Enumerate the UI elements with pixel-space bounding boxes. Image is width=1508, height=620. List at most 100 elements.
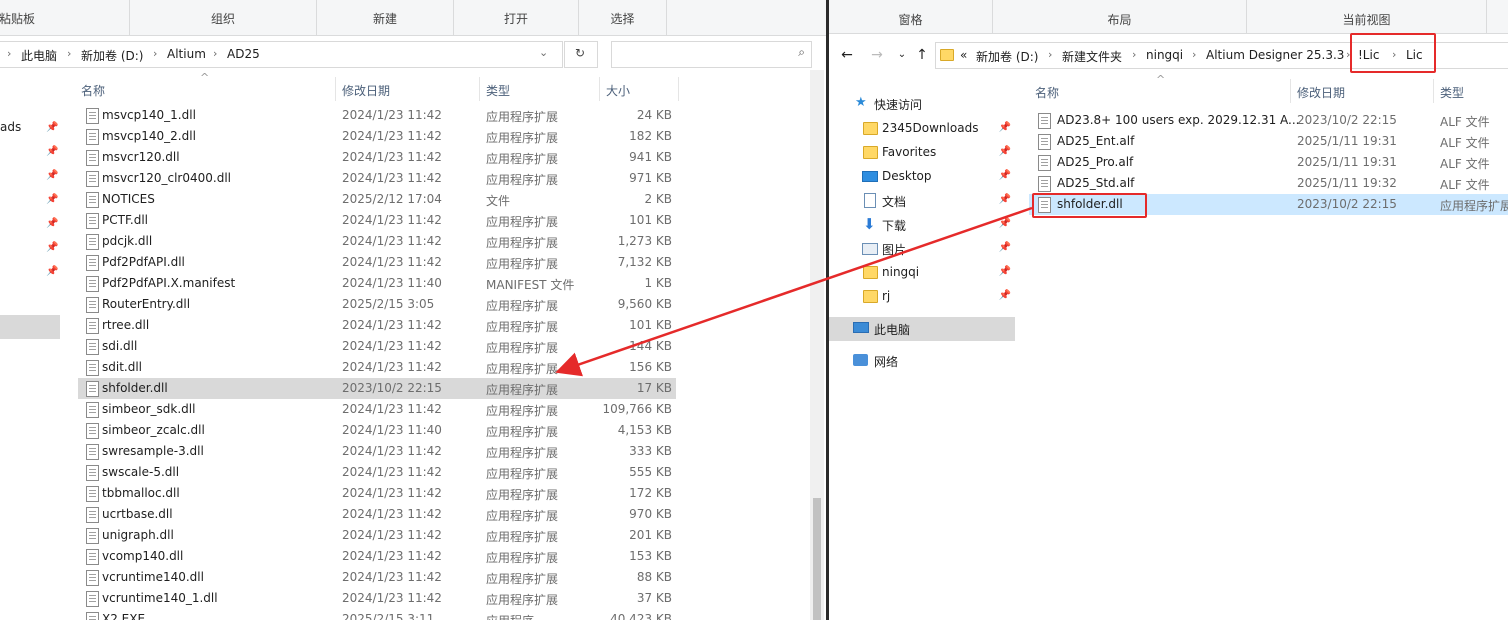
file-icon bbox=[1038, 113, 1051, 129]
nav-this-pc[interactable]: 此电脑 bbox=[829, 317, 1015, 341]
column-divider[interactable] bbox=[599, 77, 600, 101]
file-size: 1,273 KB bbox=[617, 234, 672, 248]
nav-item-label: ningqi bbox=[882, 265, 920, 279]
column-header-date[interactable]: 修改日期 bbox=[342, 82, 390, 99]
file-icon bbox=[86, 339, 99, 355]
file-icon bbox=[1038, 176, 1051, 192]
file-name: AD25_Pro.alf bbox=[1057, 155, 1134, 169]
table-row[interactable]: AD25_Pro.alf 2025/1/11 19:31 ALF 文件 bbox=[1029, 152, 1508, 173]
column-divider[interactable] bbox=[479, 77, 480, 101]
nav-item-label: 2345Downloads bbox=[882, 121, 979, 135]
breadcrumb-drive-d[interactable]: 新加卷 (D:) bbox=[976, 48, 1038, 65]
nav-network[interactable]: 网络 bbox=[829, 349, 1015, 373]
forward-arrow-icon[interactable]: → bbox=[869, 47, 885, 63]
table-row[interactable]: AD25_Ent.alf 2025/1/11 19:31 ALF 文件 bbox=[1029, 131, 1508, 152]
file-icon bbox=[1038, 134, 1051, 150]
file-name: sdi.dll bbox=[102, 339, 138, 353]
file-icon bbox=[86, 423, 99, 439]
column-header-type[interactable]: 类型 bbox=[1440, 84, 1464, 101]
left-address-bar[interactable]: › 此电脑 › 新加卷 (D:) › Altium › AD25 ⌄ bbox=[0, 41, 563, 68]
table-row[interactable]: vcruntime140.dll 2024/1/23 11:42 应用程序扩展 88 … bbox=[78, 567, 676, 588]
file-icon bbox=[86, 465, 99, 481]
table-row[interactable]: NOTICES 2025/2/12 17:04 文件 2 KB bbox=[78, 189, 676, 210]
file-name: RouterEntry.dll bbox=[102, 297, 191, 311]
refresh-button[interactable]: ↻ bbox=[564, 41, 598, 68]
nav-item[interactable]: ⬇ 下载 📌 bbox=[829, 213, 1015, 237]
table-row[interactable]: pdcjk.dll 2024/1/23 11:42 应用程序扩展 1,273 KB bbox=[78, 231, 676, 252]
breadcrumb-this-pc[interactable]: 此电脑 bbox=[21, 47, 57, 64]
table-row[interactable]: PCTF.dll 2024/1/23 11:42 应用程序扩展 101 KB bbox=[78, 210, 676, 231]
nav-item-partial-label[interactable]: ads bbox=[0, 120, 21, 134]
table-row[interactable]: simbeor_zcalc.dll 2024/1/23 11:40 应用程序扩展 4,… bbox=[78, 420, 676, 441]
file-type: 应用程序扩展 bbox=[486, 404, 559, 418]
table-row[interactable]: swscale-5.dll 2024/1/23 11:42 应用程序扩展 555 KB bbox=[78, 462, 676, 483]
file-date: 2024/1/23 11:42 bbox=[342, 570, 442, 584]
nav-item[interactable]: ningqi 📌 bbox=[829, 261, 1015, 285]
nav-item[interactable]: Desktop 📌 bbox=[829, 165, 1015, 189]
table-row[interactable]: AD25_Std.alf 2025/1/11 19:32 ALF 文件 bbox=[1029, 173, 1508, 194]
column-divider[interactable] bbox=[1433, 79, 1434, 103]
back-arrow-icon[interactable]: ← bbox=[839, 47, 855, 63]
nav-quick-access[interactable]: ★ 快速访问 bbox=[829, 92, 1015, 116]
breadcrumb-altium[interactable]: Altium bbox=[167, 47, 206, 61]
file-size: 88 KB bbox=[636, 570, 672, 584]
left-scrollbar[interactable] bbox=[810, 70, 824, 620]
nav-item[interactable]: rj 📌 bbox=[829, 285, 1015, 309]
chevron-down-icon[interactable]: ⌄ bbox=[539, 46, 548, 59]
folder-icon bbox=[863, 290, 878, 303]
file-date: 2025/2/15 3:11 bbox=[342, 612, 435, 620]
breadcrumb-ad25[interactable]: AD25 bbox=[227, 47, 260, 61]
table-row[interactable]: msvcp140_2.dll 2024/1/23 11:42 应用程序扩展 182 K… bbox=[78, 126, 676, 147]
column-divider[interactable] bbox=[1290, 79, 1291, 103]
table-row[interactable]: rtree.dll 2024/1/23 11:42 应用程序扩展 101 KB bbox=[78, 315, 676, 336]
table-row[interactable]: tbbmalloc.dll 2024/1/23 11:42 应用程序扩展 172 KB bbox=[78, 483, 676, 504]
breadcrumb-new-folder[interactable]: 新建文件夹 bbox=[1062, 48, 1122, 65]
breadcrumb-ningqi[interactable]: ningqi bbox=[1146, 48, 1183, 62]
column-divider[interactable] bbox=[335, 77, 336, 101]
nav-item[interactable]: 图片 📌 bbox=[829, 237, 1015, 261]
table-row[interactable]: simbeor_sdk.dll 2024/1/23 11:42 应用程序扩展 109,… bbox=[78, 399, 676, 420]
left-search-input[interactable]: ⌕ bbox=[611, 41, 812, 68]
table-row[interactable]: sdit.dll 2024/1/23 11:42 应用程序扩展 156 KB bbox=[78, 357, 676, 378]
documents-icon bbox=[864, 193, 876, 208]
table-row[interactable]: sdi.dll 2024/1/23 11:42 应用程序扩展 144 KB bbox=[78, 336, 676, 357]
table-row[interactable]: ucrtbase.dll 2024/1/23 11:42 应用程序扩展 970 KB bbox=[78, 504, 676, 525]
file-type: 应用程序扩展 bbox=[486, 215, 559, 229]
table-row[interactable]: vcruntime140_1.dll 2024/1/23 11:42 应用程序扩展 3… bbox=[78, 588, 676, 609]
table-row[interactable]: X2.EXE 2025/2/15 3:11 应用程序 40,423 KB bbox=[78, 609, 676, 620]
table-row[interactable]: swresample-3.dll 2024/1/23 11:42 应用程序扩展 333… bbox=[78, 441, 676, 462]
ribbon-group-label: 窗格 bbox=[898, 13, 923, 27]
breadcrumb-drive-d[interactable]: 新加卷 (D:) bbox=[81, 47, 143, 64]
column-divider[interactable] bbox=[678, 77, 679, 101]
table-row[interactable]: vcomp140.dll 2024/1/23 11:42 应用程序扩展 153 KB bbox=[78, 546, 676, 567]
column-header-date[interactable]: 修改日期 bbox=[1297, 84, 1345, 101]
recent-locations-chevron-icon[interactable]: ⌄ bbox=[894, 47, 910, 63]
nav-item-selected[interactable] bbox=[0, 315, 60, 339]
nav-item-label: Favorites bbox=[882, 145, 937, 159]
nav-item[interactable]: 2345Downloads 📌 bbox=[829, 117, 1015, 141]
table-row[interactable]: unigraph.dll 2024/1/23 11:42 应用程序扩展 201 KB bbox=[78, 525, 676, 546]
table-row[interactable]: Pdf2PdfAPI.X.manifest 2024/1/23 11:40 MANI… bbox=[78, 273, 676, 294]
file-type: MANIFEST 文件 bbox=[486, 278, 575, 292]
breadcrumb-altium-designer[interactable]: Altium Designer 25.3.3 bbox=[1206, 48, 1344, 62]
file-date: 2023/10/2 22:15 bbox=[1297, 197, 1397, 211]
table-row[interactable]: msvcr120_clr0400.dll 2024/1/23 11:42 应用程序扩… bbox=[78, 168, 676, 189]
nav-item[interactable]: Favorites 📌 bbox=[829, 141, 1015, 165]
column-header-name[interactable]: 名称 bbox=[81, 82, 105, 99]
column-header-name[interactable]: 名称 bbox=[1035, 84, 1059, 101]
table-row[interactable]: msvcp140_1.dll 2024/1/23 11:42 应用程序扩展 24 KB bbox=[78, 105, 676, 126]
table-row[interactable]: msvcr120.dll 2024/1/23 11:42 应用程序扩展 941 KB bbox=[78, 147, 676, 168]
breadcrumb-overflow[interactable]: « bbox=[960, 48, 967, 62]
up-arrow-icon[interactable]: ↑ bbox=[914, 47, 930, 63]
file-date: 2024/1/23 11:42 bbox=[342, 507, 442, 521]
scrollbar-thumb[interactable] bbox=[813, 498, 821, 620]
nav-item[interactable]: 文档 📌 bbox=[829, 189, 1015, 213]
column-header-size[interactable]: 大小 bbox=[606, 82, 630, 99]
file-type: 应用程序扩展 bbox=[486, 425, 559, 439]
pin-icon: 📌 bbox=[46, 218, 59, 229]
table-row[interactable]: Pdf2PdfAPI.dll 2024/1/23 11:42 应用程序扩展 7,132… bbox=[78, 252, 676, 273]
table-row[interactable]: RouterEntry.dll 2025/2/15 3:05 应用程序扩展 9,560… bbox=[78, 294, 676, 315]
column-header-type[interactable]: 类型 bbox=[486, 82, 510, 99]
table-row[interactable]: shfolder.dll 2023/10/2 22:15 应用程序扩展 17 KB bbox=[78, 378, 676, 399]
table-row[interactable]: AD23.8+ 100 users exp. 2029.12.31 A... 20… bbox=[1029, 110, 1508, 131]
